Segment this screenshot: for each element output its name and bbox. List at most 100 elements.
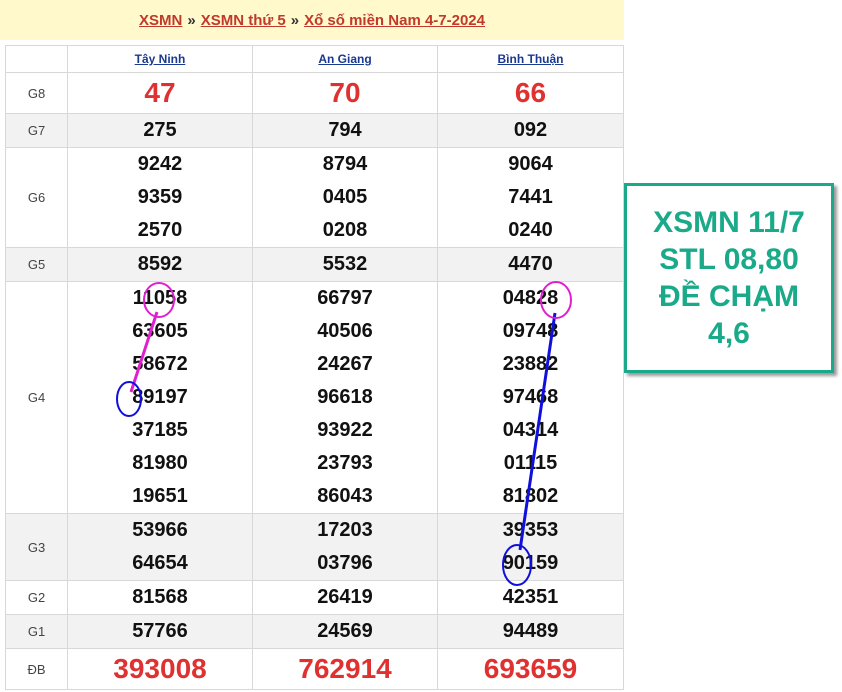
result-number: 0208 (322, 219, 368, 241)
prize-row: G1 57766 24569 94489 (5, 614, 624, 649)
result-cell: 275 (67, 113, 253, 148)
results-table: Tây Ninh An Giang Bình Thuận G8 47 70 66 G7 2… (5, 45, 624, 690)
result-cell: 94489 (437, 614, 624, 649)
result-number: 89197 (132, 386, 188, 408)
result-number: 9242 (137, 153, 183, 175)
result-cell: 17203 03796 (252, 513, 438, 581)
prize-label: G4 (5, 281, 68, 514)
prize-label: G5 (5, 247, 68, 282)
result-number: 8592 (137, 253, 183, 275)
header-row: Tây Ninh An Giang Bình Thuận (5, 45, 624, 73)
result-number: 9359 (137, 186, 183, 208)
result-cell: 53966 64654 (67, 513, 253, 581)
prize-row: G8 47 70 66 (5, 72, 624, 114)
breadcrumb-link-xsmn-date[interactable]: Xổ số miền Nam 4-7-2024 (304, 12, 485, 29)
result-cell: 70 (252, 72, 438, 114)
province-link[interactable]: An Giang (318, 52, 371, 66)
result-number: 40506 (317, 320, 373, 342)
prize-label: G1 (5, 614, 68, 649)
breadcrumb-separator: » (187, 11, 196, 29)
result-cell: 11058 63605 58672 89197 37185 81980 19651 (67, 281, 253, 514)
result-number: 63605 (132, 320, 188, 342)
results-body: G8 47 70 66 G7 275 794 092 G6 9242 9359 2570 8794 040… (5, 72, 624, 690)
result-cell: 762914 (252, 648, 438, 690)
result-number: 04828 (502, 287, 559, 309)
prize-row: G5 8592 5532 4470 (5, 247, 624, 282)
result-cell: 47 (67, 72, 253, 114)
province-link[interactable]: Tây Ninh (135, 52, 186, 66)
result-number: 66 (514, 77, 547, 108)
promo-line: 4,6 (708, 317, 750, 350)
result-number: 275 (143, 119, 177, 141)
result-number: 9064 (508, 153, 553, 175)
result-number: 762914 (298, 653, 392, 684)
promo-box: XSMN 11/7 STL 08,80 ĐỀ CHẠM 4,6 (624, 183, 834, 373)
result-number: 81980 (132, 452, 188, 474)
result-cell: 39353 90159 (437, 513, 624, 581)
result-number: 64654 (132, 552, 188, 574)
prize-row: G2 81568 26419 42351 (5, 580, 624, 615)
result-number: 19651 (132, 485, 188, 507)
prize-label: G3 (5, 513, 68, 581)
result-cell: 57766 (67, 614, 253, 649)
result-cell: 66 (437, 72, 624, 114)
result-number: 81568 (132, 586, 188, 608)
result-number: 01115 (503, 452, 558, 474)
province-link[interactable]: Bình Thuận (498, 52, 564, 66)
result-number: 81802 (502, 485, 559, 507)
result-number: 24267 (317, 353, 373, 375)
result-number: 70 (329, 77, 361, 108)
result-number: 4470 (508, 253, 553, 275)
result-number: 04314 (502, 419, 559, 441)
result-cell: 26419 (252, 580, 438, 615)
result-number: 092 (513, 119, 548, 141)
promo-line: STL 08,80 (659, 243, 799, 276)
promo-line: ĐỀ CHẠM (659, 280, 799, 313)
result-number: 47 (144, 77, 176, 108)
prize-row: G6 9242 9359 2570 8794 0405 0208 9064 7441 0240 (5, 147, 624, 248)
result-number: 90159 (502, 552, 559, 574)
prize-label: G2 (5, 580, 68, 615)
result-number: 693659 (483, 653, 578, 684)
result-number: 86043 (317, 485, 373, 507)
province-header: An Giang (252, 45, 438, 73)
result-number: 42351 (502, 586, 559, 608)
result-cell: 092 (437, 113, 624, 148)
result-number: 5532 (322, 253, 368, 275)
prize-row: G7 275 794 092 (5, 113, 624, 148)
result-number: 09748 (502, 320, 559, 342)
result-cell: 81568 (67, 580, 253, 615)
prize-row: ĐB 393008 762914 693659 (5, 648, 624, 690)
result-cell: 9242 9359 2570 (67, 147, 253, 248)
result-number: 8794 (322, 153, 368, 175)
result-cell: 794 (252, 113, 438, 148)
prize-row: G3 53966 64654 17203 03796 39353 90159 (5, 513, 624, 581)
result-number: 37185 (132, 419, 188, 441)
result-number: 0240 (508, 219, 553, 241)
breadcrumb-link-xsmn[interactable]: XSMN (139, 12, 182, 29)
result-number: 11058 (132, 287, 188, 309)
result-cell: 693659 (437, 648, 624, 690)
result-cell: 4470 (437, 247, 624, 282)
prize-label: G8 (5, 72, 68, 114)
prize-row: G4 11058 63605 58672 89197 37185 81980 19651 667… (5, 281, 624, 514)
result-number: 26419 (317, 586, 373, 608)
result-number: 0405 (322, 186, 368, 208)
result-number: 97468 (502, 386, 559, 408)
result-cell: 393008 (67, 648, 253, 690)
result-number: 96618 (317, 386, 373, 408)
province-header: Tây Ninh (67, 45, 253, 73)
result-cell: 42351 (437, 580, 624, 615)
breadcrumb-link-xsmn-thu5[interactable]: XSMN thứ 5 (201, 12, 286, 29)
prize-label: G7 (5, 113, 68, 148)
result-number: 66797 (317, 287, 373, 309)
result-number: 17203 (317, 519, 373, 541)
corner-cell (5, 45, 68, 73)
breadcrumb-separator: » (290, 11, 300, 29)
result-number: 58672 (132, 353, 188, 375)
result-number: 94489 (502, 620, 559, 642)
result-cell: 66797 40506 24267 96618 93922 23793 86043 (252, 281, 438, 514)
result-number: 03796 (317, 552, 373, 574)
result-cell: 9064 7441 0240 (437, 147, 624, 248)
result-number: 794 (328, 119, 362, 141)
